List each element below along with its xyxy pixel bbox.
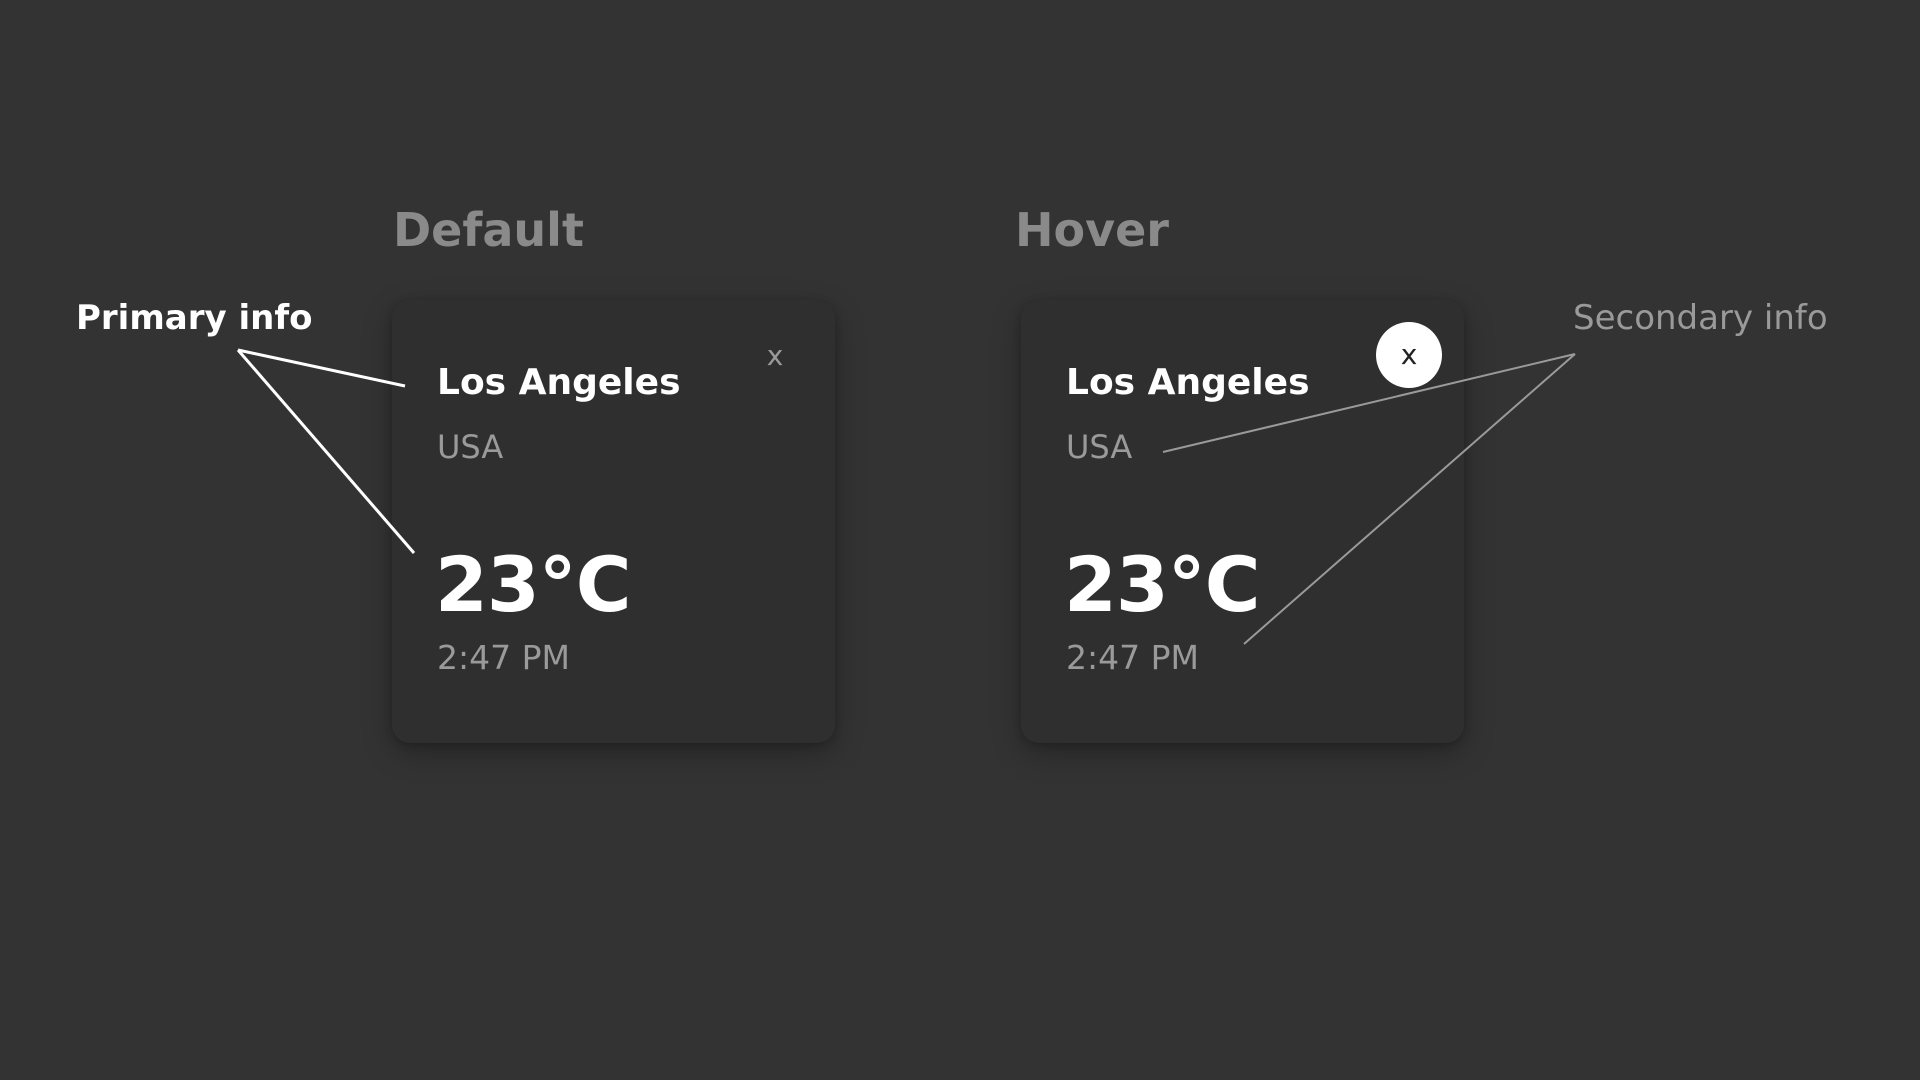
secondary-info-callout: Secondary info [1573, 298, 1828, 338]
local-time: 2:47 PM [437, 638, 570, 677]
city-name: Los Angeles [437, 362, 681, 403]
city-name: Los Angeles [1066, 362, 1310, 403]
default-state-heading: Default [393, 203, 584, 257]
temperature-value: 23°C [435, 540, 632, 629]
close-button-hover[interactable]: x [1376, 322, 1442, 388]
country-name: USA [437, 428, 504, 466]
close-button[interactable]: x [759, 336, 791, 376]
primary-callout-line-to-temperature [236, 349, 416, 554]
temperature-value: 23°C [1064, 540, 1261, 629]
primary-info-callout: Primary info [76, 298, 313, 338]
primary-callout-line-to-city [237, 348, 406, 388]
weather-card-default[interactable]: Los Angeles USA 23°C 2:47 PM x [392, 300, 835, 743]
annotation-lines [236, 348, 1576, 645]
local-time: 2:47 PM [1066, 638, 1199, 677]
design-canvas: Default Hover Primary info Secondary inf… [0, 0, 1920, 1080]
country-name: USA [1066, 428, 1133, 466]
weather-card-hover[interactable]: Los Angeles USA 23°C 2:47 PM x [1021, 300, 1464, 743]
hover-state-heading: Hover [1015, 203, 1169, 257]
